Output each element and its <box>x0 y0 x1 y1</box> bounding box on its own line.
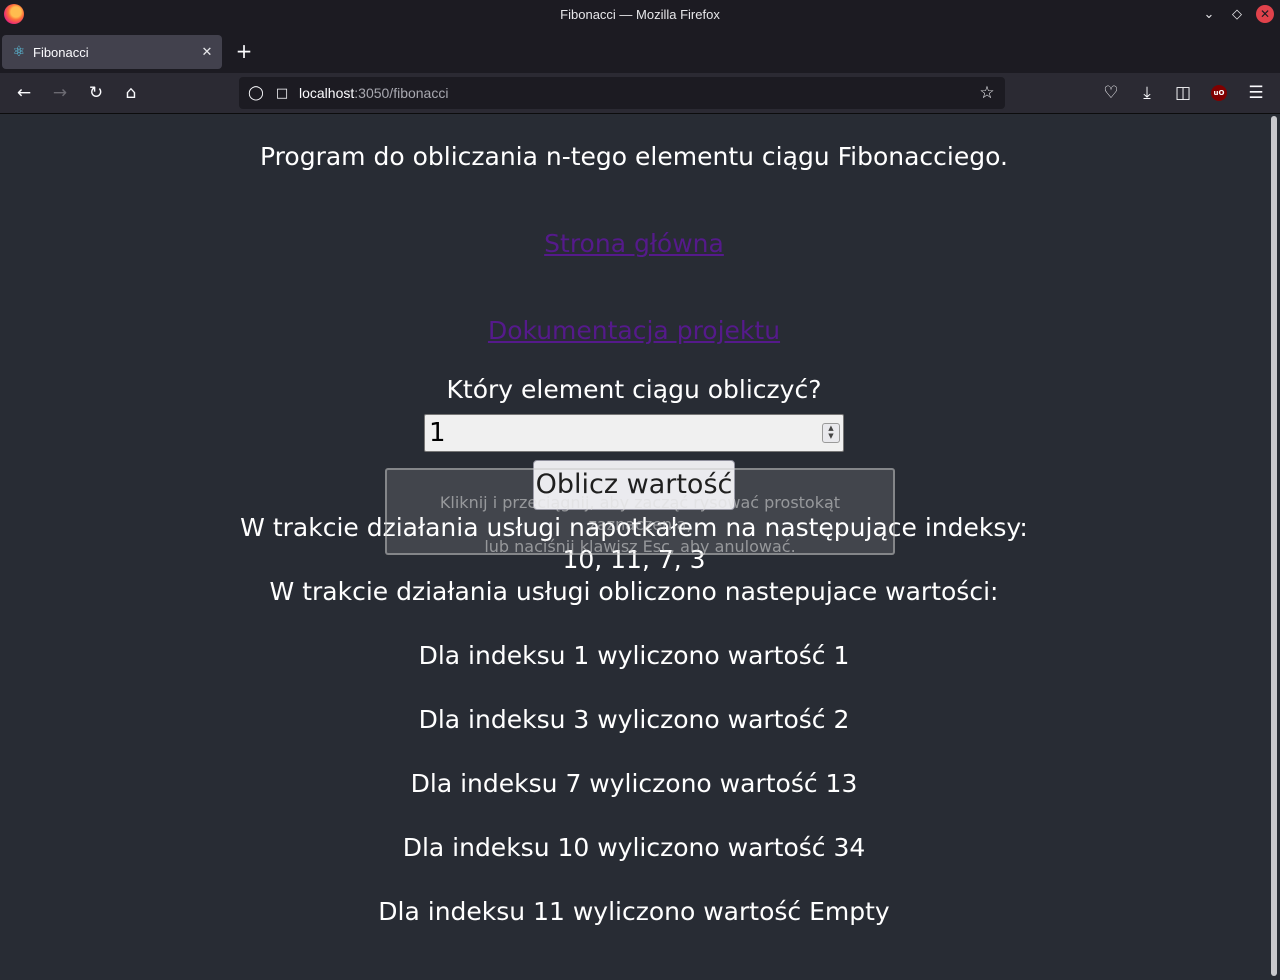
ublock-origin-icon[interactable]: uO <box>1207 81 1231 105</box>
values-heading: W trakcie działania usługi obliczono nas… <box>269 577 999 606</box>
menu-hamburger-icon[interactable]: ☰ <box>1244 81 1268 105</box>
close-window-icon[interactable]: ✕ <box>1256 5 1274 23</box>
back-arrow-icon[interactable]: ← <box>12 81 36 105</box>
url-text[interactable]: localhost:3050/fibonacci <box>299 85 975 101</box>
reload-icon[interactable]: ↻ <box>84 81 108 105</box>
firefox-logo-icon <box>4 4 24 24</box>
tab-label: Fibonacci <box>33 44 89 60</box>
indexes-value: 10, 11, 7, 3 <box>562 545 706 574</box>
home-icon[interactable]: ⌂ <box>119 81 143 105</box>
home-link[interactable]: Strona główna <box>544 229 724 258</box>
page-content: Program do obliczania n-tego elementu ci… <box>0 114 1268 980</box>
docs-link[interactable]: Dokumentacja projektu <box>488 316 780 345</box>
page-scrollbar[interactable] <box>1268 114 1280 980</box>
window-controls: ⌄ ◇ ✕ <box>1200 5 1274 23</box>
scrollbar-thumb[interactable] <box>1271 116 1277 976</box>
sidebar-icon[interactable]: ◫ <box>1171 81 1195 105</box>
pocket-icon[interactable]: ♡ <box>1099 81 1123 105</box>
url-bar[interactable]: ◯ □ localhost:3050/fibonacci ☆ <box>239 77 1005 109</box>
index-prompt: Który element ciągu obliczyć? <box>446 375 822 404</box>
result-item: Dla indeksu 3 wyliczono wartość 2 <box>418 705 850 734</box>
shield-icon[interactable]: ◯ <box>247 85 265 101</box>
indexes-heading: W trakcie działania usługi napotkałem na… <box>240 513 1028 542</box>
page-icon[interactable]: □ <box>275 86 289 101</box>
tab-close-icon[interactable]: ✕ <box>196 45 218 60</box>
number-spinner-icon[interactable]: ▲ ▼ <box>822 423 840 443</box>
window-title: Fibonacci — Mozilla Firefox <box>560 7 720 22</box>
home-link-container: Strona główna <box>0 229 1268 258</box>
maximize-icon[interactable]: ◇ <box>1228 5 1246 23</box>
result-item: Dla indeksu 11 wyliczono wartość Empty <box>378 897 890 926</box>
window-titlebar: Fibonacci — Mozilla Firefox ⌄ ◇ ✕ <box>0 0 1280 29</box>
minimize-icon[interactable]: ⌄ <box>1200 5 1218 23</box>
page-heading: Program do obliczania n-tego elementu ci… <box>260 142 1008 171</box>
calculate-button[interactable]: Oblicz wartość <box>533 460 735 510</box>
result-item: Dla indeksu 7 wyliczono wartość 13 <box>410 769 858 798</box>
react-icon: ⚛ <box>12 44 26 60</box>
index-number-input[interactable]: 1 <box>424 414 844 452</box>
forward-arrow-icon[interactable]: → <box>48 81 72 105</box>
docs-link-container: Dokumentacja projektu <box>0 316 1268 345</box>
result-item: Dla indeksu 1 wyliczono wartość 1 <box>418 641 850 670</box>
bookmark-star-icon[interactable]: ☆ <box>975 83 999 103</box>
navigation-toolbar: ← → ↻ ⌂ ◯ □ localhost:3050/fibonacci ☆ ♡… <box>0 73 1280 114</box>
tab-bar: ⚛ Fibonacci ✕ + <box>0 29 1280 73</box>
tab-fibonacci[interactable]: ⚛ Fibonacci ✕ <box>2 35 222 69</box>
downloads-icon[interactable]: ⤓ <box>1135 81 1159 105</box>
result-item: Dla indeksu 10 wyliczono wartość 34 <box>402 833 866 862</box>
new-tab-button[interactable]: + <box>232 39 256 63</box>
